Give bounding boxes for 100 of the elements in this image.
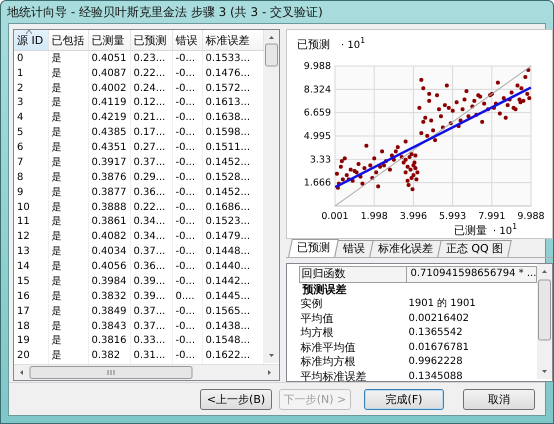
table-cell: 17 <box>14 304 48 320</box>
table-cell: -0... <box>172 66 202 82</box>
data-point <box>509 90 514 94</box>
tab[interactable]: 标准化误差 <box>368 240 442 257</box>
data-point <box>334 172 338 176</box>
table-cell: -0... <box>172 170 202 186</box>
table-cell: 0.1479... <box>202 230 263 245</box>
tick-label: 0.001 <box>320 211 348 222</box>
scrollbar[interactable] <box>537 264 552 379</box>
table-cell: 6 <box>14 140 48 156</box>
table-cell: 0.37... <box>130 244 172 260</box>
table-cell: 0.1448... <box>202 244 263 260</box>
tick-label: 3.996 <box>399 211 426 222</box>
table-cell: 是 <box>48 200 88 216</box>
table-cell: -0... <box>172 185 202 200</box>
table-cell: 是 <box>48 334 88 349</box>
tick-label: 1.998 <box>360 211 388 222</box>
stat-name: 回归函数 <box>300 267 346 282</box>
table-cell: 0.4351 <box>88 140 130 156</box>
table-cell: 0.23... <box>130 50 172 66</box>
table-cell: 0.36... <box>130 260 172 275</box>
table-cell: 0.1442... <box>202 274 263 290</box>
table-cell: 0.4056 <box>88 260 130 275</box>
tick-label: 9.988 <box>303 61 330 72</box>
data-point <box>364 144 368 148</box>
table-cell: 是 <box>48 304 88 320</box>
table-cell: 0.3984 <box>88 274 130 290</box>
stat-value: 0.710941598656794 * ... <box>406 267 536 282</box>
data-point <box>424 134 429 138</box>
table-cell: 是 <box>48 319 88 334</box>
tab[interactable]: 错误 <box>334 240 374 257</box>
stat-value: 1901 的 1901 <box>408 297 477 311</box>
table-cell: 0.4219 <box>88 110 130 126</box>
scrollbar[interactable] <box>264 30 278 363</box>
table-cell: 0.33... <box>130 334 172 349</box>
table-cell: 0.1528... <box>202 170 263 186</box>
tick-label: 3.33 <box>309 154 330 166</box>
data-point <box>403 140 408 144</box>
table-cell: 15 <box>14 274 48 290</box>
table-cell: 0.1476... <box>202 66 263 82</box>
table-cell: 是 <box>48 230 88 245</box>
table-cell: -0... <box>172 260 202 275</box>
wizard-button[interactable]: 完成(F) <box>364 388 444 410</box>
data-point <box>360 182 364 186</box>
table-cell: -0... <box>172 81 202 96</box>
table-cell: -0... <box>172 215 202 230</box>
data-point <box>448 121 452 126</box>
table-cell: 0.1572... <box>202 81 263 96</box>
column-header[interactable]: 错误 <box>172 30 202 51</box>
column-header[interactable]: 标准误差 <box>202 30 263 51</box>
data-point <box>376 184 380 188</box>
table-cell: 是 <box>48 289 88 304</box>
data-point <box>368 163 372 168</box>
tab[interactable]: 已预测 <box>288 239 338 257</box>
data-point <box>438 114 442 118</box>
wizard-button[interactable]: <上一步(B) <box>200 388 272 410</box>
axis-title: 已预测 <box>296 38 330 51</box>
data-point <box>501 96 506 100</box>
table-cell: 是 <box>48 215 88 230</box>
table-cell: 是 <box>48 81 88 96</box>
table-cell: 是 <box>48 274 88 290</box>
table-cell: 0.3816 <box>88 334 130 349</box>
table-cell: 0.1613... <box>202 96 263 111</box>
column-header[interactable]: 源 ID <box>14 30 48 51</box>
wizard-button[interactable]: 取消 <box>463 388 535 410</box>
table-cell: 2 <box>14 81 48 96</box>
data-point <box>380 149 384 154</box>
column-header[interactable]: 已测量 <box>88 30 130 51</box>
table-cell: 是 <box>48 260 88 275</box>
data-point <box>418 78 423 82</box>
data-point <box>444 83 448 88</box>
data-point <box>440 126 444 130</box>
scale-label: · 10$^{1}$ <box>492 222 517 237</box>
data-point <box>522 75 527 80</box>
data-point <box>420 86 425 90</box>
stat-name: 实例 <box>300 297 324 312</box>
tick-label: 4.995 <box>303 131 330 142</box>
table-cell: 0.36... <box>130 185 172 200</box>
tick-label: 1.666 <box>303 178 330 189</box>
tick-label: 8.324 <box>303 84 330 96</box>
column-header[interactable]: 已预测 <box>130 30 172 51</box>
column-header[interactable]: 已包括 <box>48 30 88 51</box>
table-cell: -0... <box>172 274 202 290</box>
table-cell: 0.1548... <box>202 334 263 349</box>
table-cell: 0.1452... <box>202 156 263 170</box>
table-cell: -0... <box>172 110 202 126</box>
table-cell: 0.37... <box>130 304 172 320</box>
stat-name: 标准平均值 <box>300 340 356 355</box>
table-cell: 0.... <box>172 289 202 304</box>
data-point <box>426 92 431 96</box>
table-cell: 5 <box>14 126 48 141</box>
table-cell: 11 <box>14 215 48 230</box>
table-cell: 0 <box>14 50 48 66</box>
stat-value: 0.01676781 <box>408 340 470 354</box>
stat-name: 均方根 <box>300 326 334 340</box>
tab[interactable]: 正态 QQ 图 <box>436 240 512 257</box>
table-cell: 0.22... <box>130 66 172 82</box>
table-cell: 0.21... <box>130 110 172 126</box>
table-cell: 0.1511... <box>202 140 263 156</box>
table-cell: 19 <box>14 334 48 349</box>
